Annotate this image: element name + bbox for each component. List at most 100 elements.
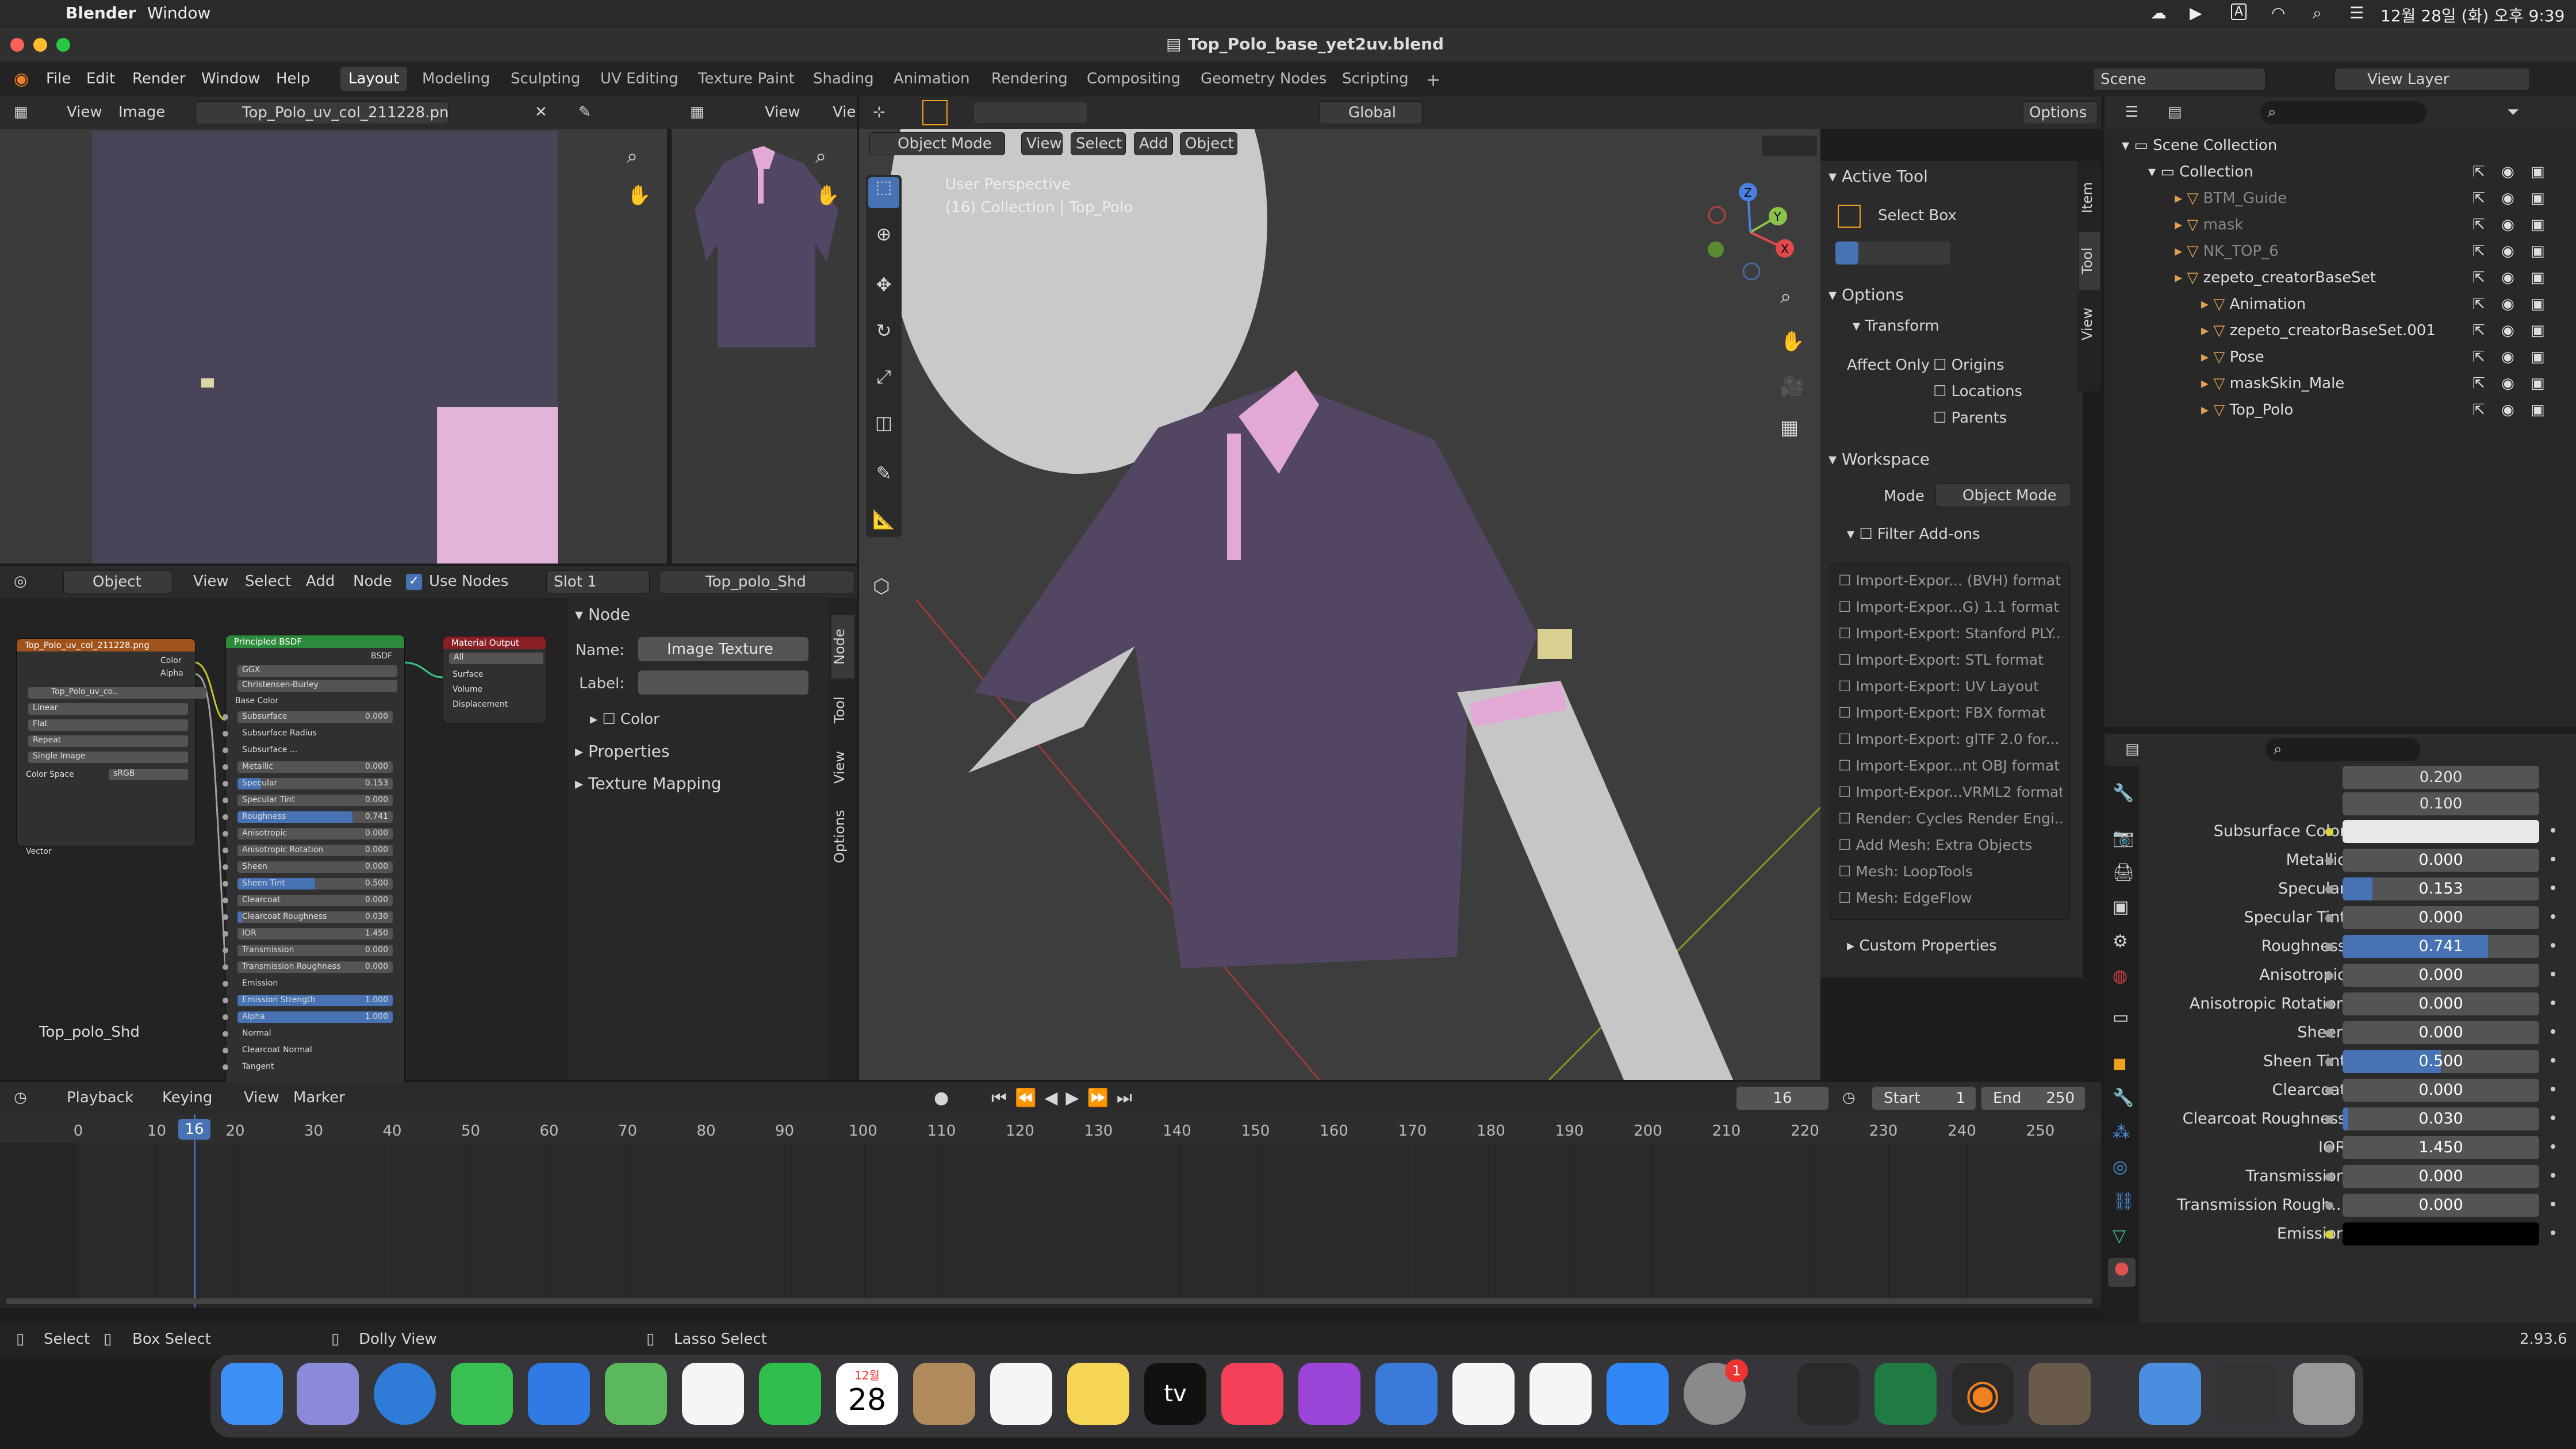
bsdf-input-socket[interactable] xyxy=(223,781,228,787)
menu-edit[interactable]: Edit xyxy=(86,70,115,87)
addon-item[interactable]: ☐ Import-Expor... (BVH) format xyxy=(1838,572,2063,589)
tab-scripting[interactable]: Scripting xyxy=(1334,67,1417,91)
viewport-editor-type-icon[interactable]: ⊹ xyxy=(873,103,885,121)
mail-icon[interactable] xyxy=(528,1363,590,1425)
prop-socket-icon[interactable] xyxy=(2325,828,2333,836)
current-frame-field[interactable]: 16 xyxy=(1736,1087,1828,1110)
bsdf-input-socket[interactable] xyxy=(223,1064,228,1070)
image-node-interp[interactable]: Linear xyxy=(28,703,188,715)
transform-header[interactable]: ▾ Transform xyxy=(1853,317,1939,335)
tool-tab-icon[interactable]: 🔧 xyxy=(2113,783,2134,803)
custom-properties-header[interactable]: ▸ Custom Properties xyxy=(1847,937,1997,954)
bsdf-input-socket[interactable] xyxy=(223,1031,228,1037)
notes-icon[interactable] xyxy=(1067,1363,1129,1425)
playhead-line[interactable] xyxy=(194,1114,195,1308)
image-node-ext[interactable]: Repeat xyxy=(28,735,188,747)
excel-icon[interactable] xyxy=(1874,1363,1937,1425)
visibility-toggles[interactable]: ⇱ ◉ ▣ xyxy=(2472,269,2551,286)
viewport-add-menu[interactable]: Add xyxy=(1134,132,1173,155)
particles-tab-icon[interactable]: ⁂ xyxy=(2113,1122,2130,1143)
active-tool-header[interactable]: ▾ Active Tool xyxy=(1828,167,1928,186)
clock-text[interactable]: 12월 28일 (화) 오후 9:39 xyxy=(2380,3,2564,26)
shading-mode-buttons[interactable] xyxy=(1762,136,1817,156)
viewport-area[interactable]: ⬚ ⊕ ✥ ↻ ⤢ ◫ ✎ 📐 ⬡ Object Mode View Selec… xyxy=(859,129,1820,1080)
node-name-field[interactable]: Image Texture xyxy=(638,637,808,661)
select-tool-icon[interactable] xyxy=(922,100,948,125)
tab-tool[interactable]: Tool xyxy=(2079,232,2100,290)
bsdf-input-socket[interactable] xyxy=(223,848,228,853)
app-menu[interactable]: Blender xyxy=(66,3,136,22)
calendar-icon[interactable]: 12월 28 xyxy=(836,1363,898,1425)
addon-item[interactable]: ☐ Import-Export: Stanford PLY... xyxy=(1838,625,2063,642)
prop-socket-icon[interactable] xyxy=(2325,1058,2333,1066)
image-node-source[interactable]: Single Image xyxy=(28,752,188,763)
timeline-view-menu[interactable]: View xyxy=(244,1089,279,1106)
outliner-item[interactable]: ▸ ▽ Pose xyxy=(2201,348,2264,366)
bsdf-input-socket[interactable] xyxy=(223,964,228,970)
addon-checkbox[interactable]: ☐ xyxy=(1838,784,1856,800)
material-tab-icon[interactable]: ● xyxy=(2108,1258,2136,1287)
visibility-toggles[interactable]: ⇱ ◉ ▣ xyxy=(2472,296,2551,313)
addon-item[interactable]: ☐ Mesh: EdgeFlow xyxy=(1838,890,2063,906)
node-add-menu[interactable]: Add xyxy=(306,573,335,590)
prop-value-field[interactable]: 0.500 xyxy=(2343,1050,2539,1073)
tab-modeling[interactable]: Modeling xyxy=(414,67,498,91)
playback-menu[interactable]: Playback xyxy=(67,1089,133,1106)
reminders-icon[interactable] xyxy=(990,1363,1052,1425)
node-editor-type-icon[interactable]: ◎ xyxy=(14,573,27,590)
slot-dropdown[interactable]: Slot 1 xyxy=(546,570,650,593)
prop-value-field[interactable]: 0.000 xyxy=(2343,992,2539,1015)
zoom-icon[interactable]: ⌕ xyxy=(627,145,638,168)
bsdf-input-socket[interactable] xyxy=(223,814,228,820)
outliner-editor-type-icon[interactable]: ☰ xyxy=(2125,103,2138,121)
filter-icon[interactable]: ⏷ xyxy=(2507,103,2519,121)
visibility-toggles[interactable]: ⇱ ◉ ▣ xyxy=(2472,243,2551,260)
select-mode-buttons[interactable] xyxy=(974,102,1087,123)
contacts-icon[interactable] xyxy=(913,1363,975,1425)
addon-checkbox[interactable]: ☐ xyxy=(1838,651,1856,668)
output-target[interactable]: All xyxy=(449,653,543,664)
bsdf-input-socket[interactable] xyxy=(223,831,228,837)
bsdf-input-row[interactable]: Sheen Tint 0.500 xyxy=(223,878,393,890)
music-icon[interactable] xyxy=(1221,1363,1283,1425)
visibility-toggles[interactable]: ⇱ ◉ ▣ xyxy=(2472,163,2551,181)
tab-shading[interactable]: Shading xyxy=(805,67,882,91)
trash-icon[interactable] xyxy=(2293,1363,2355,1425)
viewport-zoom-icon[interactable]: ⌕ xyxy=(1780,285,1791,308)
keyframe-dot-icon[interactable] xyxy=(2551,943,2555,948)
end-frame-field[interactable]: End 250 xyxy=(1981,1087,2085,1110)
record-button[interactable]: ● xyxy=(934,1088,949,1108)
display-mode-icon[interactable]: ▤ xyxy=(2168,103,2182,121)
close-image-icon[interactable]: ✕ xyxy=(535,103,547,121)
prop-value-field[interactable] xyxy=(2343,1222,2539,1245)
physics-tab-icon[interactable]: ◎ xyxy=(2113,1157,2128,1177)
node-section-header[interactable]: ▾ Node xyxy=(575,605,630,624)
minimize-window-button[interactable] xyxy=(33,38,47,52)
wifi-icon[interactable]: ◠ xyxy=(2271,3,2285,22)
addon-item[interactable]: ☐ Render: Cycles Render Engi... xyxy=(1838,810,2063,827)
bsdf-input-socket[interactable] xyxy=(223,764,228,770)
keynote-icon[interactable] xyxy=(1375,1363,1438,1425)
prop-value-field[interactable]: 1.450 xyxy=(2343,1136,2539,1159)
visibility-toggles[interactable]: ⇱ ◉ ▣ xyxy=(2472,375,2551,392)
outliner-item[interactable]: ▸ ▽ BTM_Guide xyxy=(2175,190,2287,207)
addon-checkbox[interactable]: ☐ xyxy=(1838,625,1856,642)
outliner-item[interactable]: ▸ ▽ NK_TOP_6 xyxy=(2175,243,2279,260)
bsdf-distribution[interactable]: GGX xyxy=(237,665,397,677)
render-tab-icon[interactable]: 📷 xyxy=(2113,828,2134,848)
numbers-icon[interactable] xyxy=(1452,1363,1515,1425)
addon-checkbox[interactable]: ☐ xyxy=(1838,890,1856,906)
image-node-colorspace[interactable]: sRGB xyxy=(109,769,188,780)
keyframe-dot-icon[interactable] xyxy=(2551,972,2555,976)
outliner-search-input[interactable]: ⌕ xyxy=(2260,101,2426,124)
prop-socket-icon[interactable] xyxy=(2325,972,2333,980)
outliner-item[interactable]: ▾ ▭ Scene Collection xyxy=(2122,137,2277,154)
menu-file[interactable]: File xyxy=(46,70,71,87)
prop-value-top-0[interactable]: 0.200 xyxy=(2343,766,2539,789)
podcasts-icon[interactable] xyxy=(1298,1363,1360,1425)
keyframe-dot-icon[interactable] xyxy=(2551,1116,2555,1120)
add-cube-tool-icon[interactable]: ⬡ xyxy=(873,575,890,598)
keyframe-dot-icon[interactable] xyxy=(2551,828,2555,833)
tab-animation[interactable]: Animation xyxy=(885,67,978,91)
keying-menu[interactable]: Keying xyxy=(162,1089,212,1106)
